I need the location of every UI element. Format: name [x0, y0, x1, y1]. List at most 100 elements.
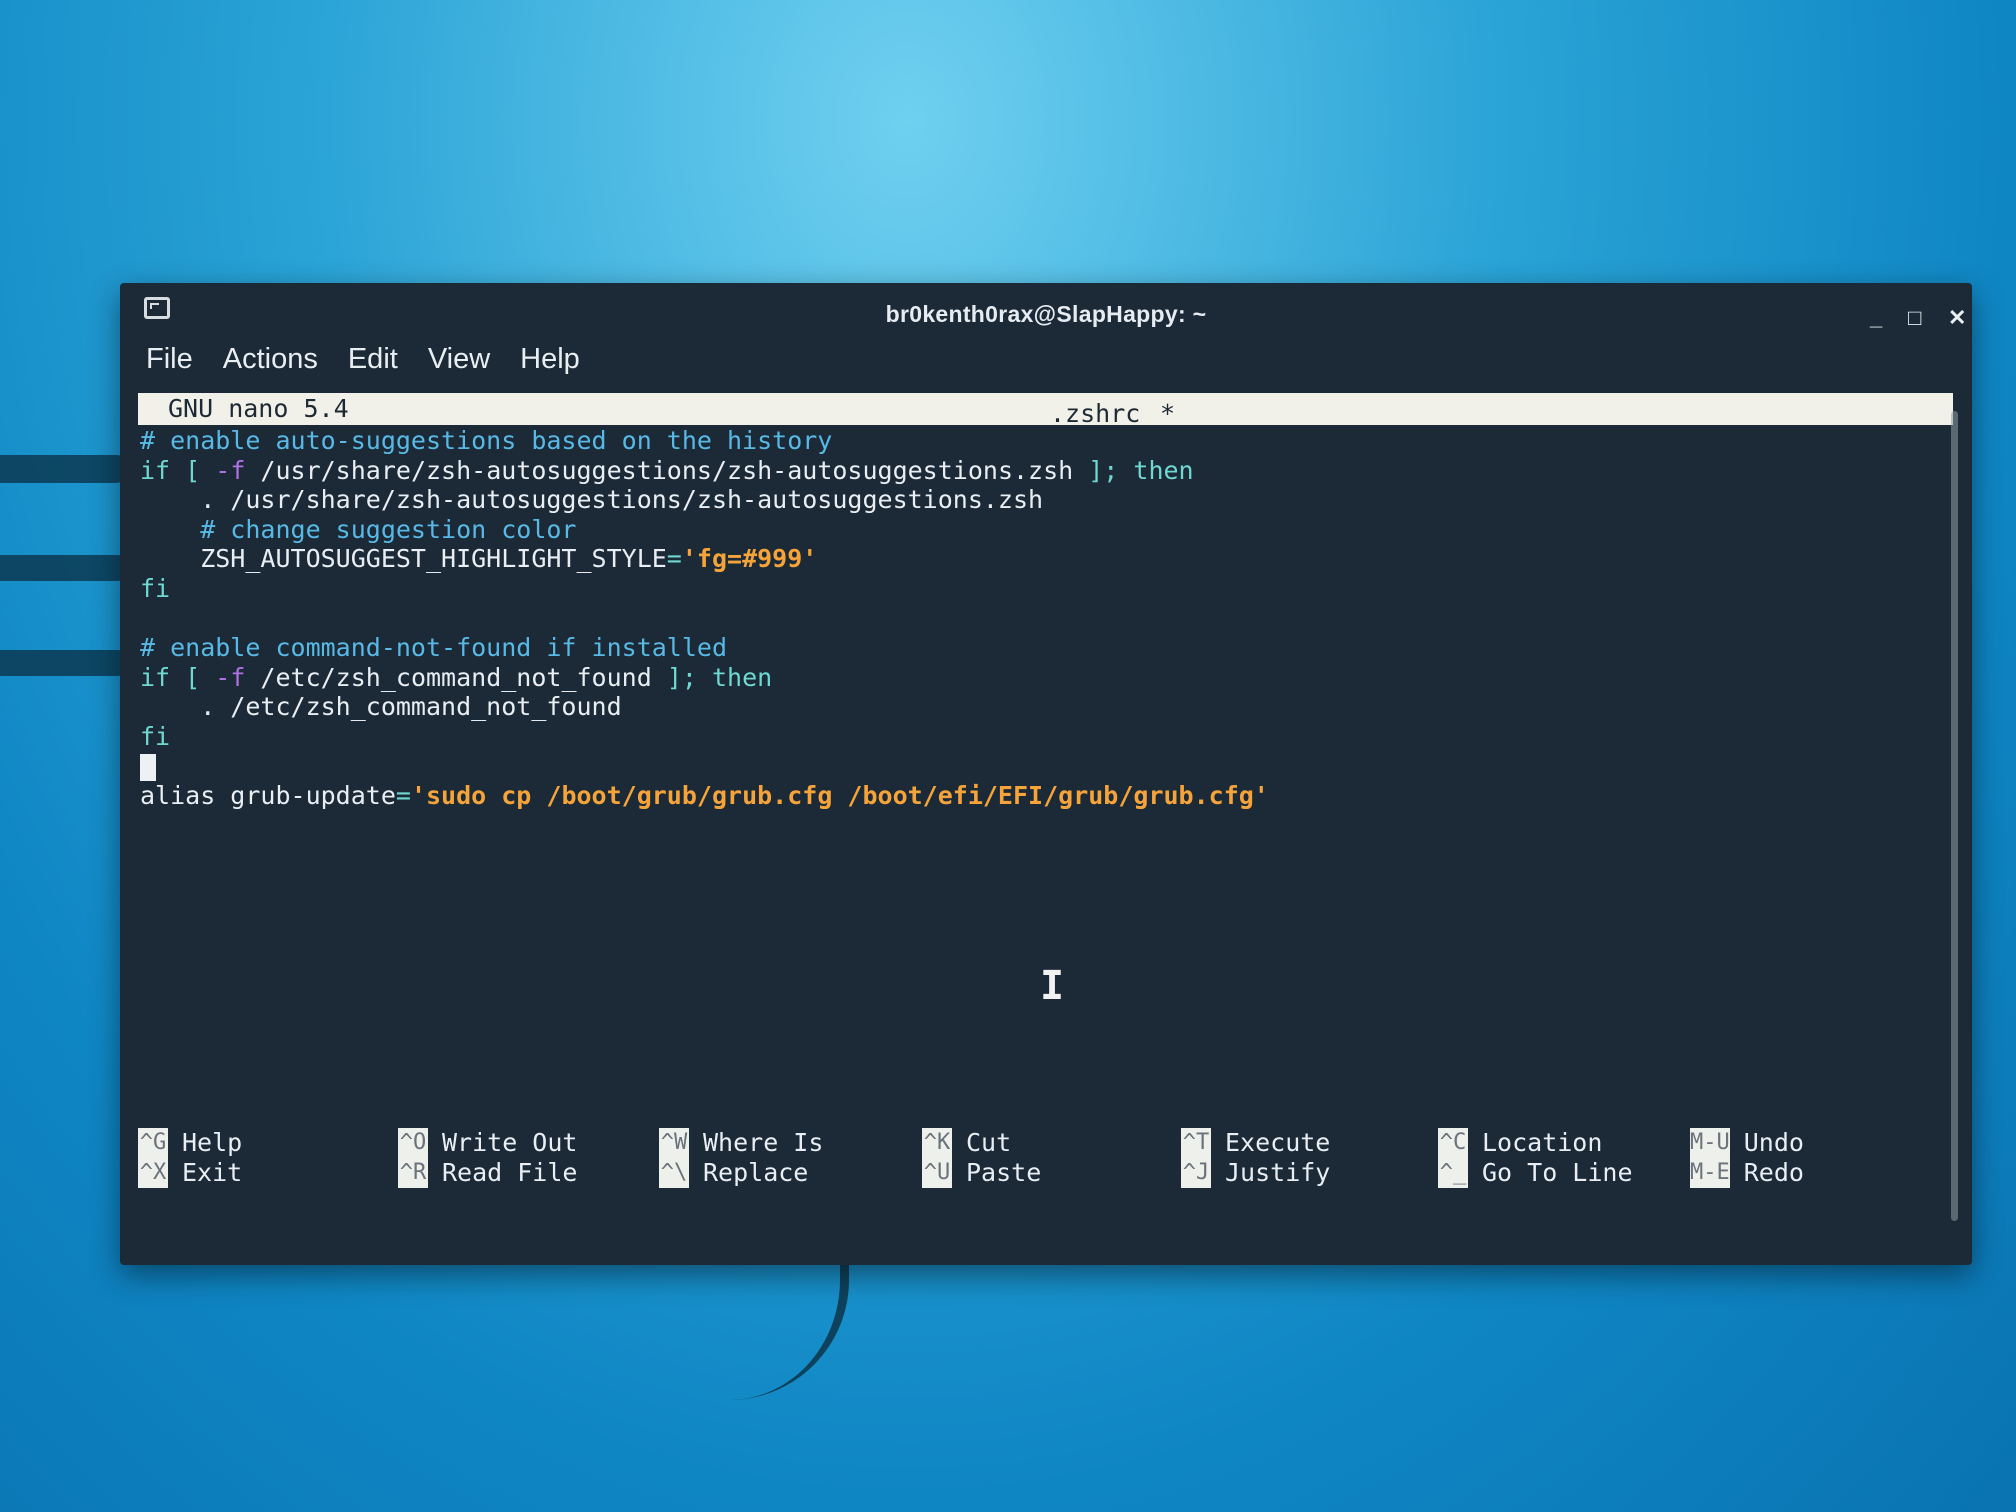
text-cursor — [140, 754, 156, 782]
code-line[interactable]: . /etc/zsh_command_not_found — [140, 692, 1930, 722]
code-token: fi — [140, 573, 171, 603]
shortcut-item[interactable]: ^O Write Out — [398, 1128, 577, 1158]
code-line[interactable]: # enable auto-suggestions based on the h… — [140, 426, 1930, 456]
code-line[interactable]: if [ -f /etc/zsh_command_not_found ]; th… — [140, 663, 1930, 693]
menu-bar: File Actions Edit View Help — [146, 343, 580, 376]
shortcut-group: ^C Location ^_ Go To Line — [1438, 1128, 1633, 1188]
code-token: ZSH_AUTOSUGGEST_HIGHLIGHT_STYLE — [140, 544, 667, 574]
shortcut-item[interactable]: ^R Read File — [398, 1158, 577, 1188]
shortcut-label: Redo — [1743, 1158, 1804, 1187]
shortcut-key: ^X — [138, 1158, 168, 1188]
shortcut-item[interactable]: ^\ Replace — [659, 1158, 823, 1188]
text-cursor-ibeam-icon: I — [1040, 963, 1065, 1009]
code-token: if — [140, 455, 171, 485]
terminal-window[interactable]: br0kenth0rax@SlapHappy: ~ _ □ ✕ File Act… — [120, 283, 1972, 1265]
shortcut-label: Read File — [442, 1158, 578, 1187]
shortcut-key: ^\ — [659, 1158, 689, 1188]
code-token: alias grub-update — [140, 781, 396, 811]
shortcut-item[interactable]: ^T Execute — [1181, 1128, 1330, 1158]
code-token: # change suggestion color — [140, 514, 577, 544]
shortcut-key: ^C — [1438, 1128, 1468, 1158]
code-token: 'fg=#999' — [681, 544, 818, 574]
code-token: . /usr/share/zsh-autosuggestions/zsh-aut… — [140, 485, 1044, 515]
code-token: ]; then — [666, 662, 773, 692]
shortcut-group: ^O Write Out ^R Read File — [398, 1128, 577, 1188]
code-token: if — [140, 662, 171, 692]
code-line[interactable]: . /usr/share/zsh-autosuggestions/zsh-aut… — [140, 485, 1930, 515]
shortcut-item[interactable]: ^C Location — [1438, 1128, 1633, 1158]
shortcut-key: ^R — [398, 1158, 428, 1188]
shortcut-item[interactable]: ^K Cut — [922, 1128, 1041, 1158]
shortcut-label: Replace — [703, 1158, 809, 1187]
shortcut-label: Exit — [182, 1158, 243, 1187]
shortcut-label: Paste — [966, 1158, 1042, 1187]
shortcut-label: Help — [182, 1128, 243, 1157]
shortcut-label: Cut — [966, 1128, 1012, 1157]
menu-edit[interactable]: Edit — [348, 343, 398, 376]
code-token: fi — [140, 721, 171, 751]
code-line[interactable]: # change suggestion color — [140, 515, 1930, 545]
shortcut-key: M-E — [1690, 1158, 1730, 1188]
shortcut-item[interactable]: M-E Redo — [1690, 1158, 1804, 1188]
code-line[interactable]: # enable command-not-found if installed — [140, 633, 1930, 663]
shortcut-item[interactable]: ^G Help — [138, 1128, 242, 1158]
shortcut-label: Location — [1482, 1128, 1603, 1157]
shortcut-label: Justify — [1225, 1158, 1331, 1187]
nano-version: GNU nano 5.4 — [168, 394, 349, 423]
background-streak — [0, 650, 130, 676]
code-token: # enable command-not-found if installed — [140, 633, 727, 663]
background-streak — [0, 555, 130, 581]
shortcut-key: ^_ — [1438, 1158, 1468, 1188]
shortcut-key: ^T — [1181, 1128, 1211, 1158]
shortcut-group: ^T Execute ^J Justify — [1181, 1128, 1330, 1188]
code-token: [ — [170, 662, 216, 692]
shortcut-key: ^U — [922, 1158, 952, 1188]
shortcut-item[interactable]: ^U Paste — [922, 1158, 1041, 1188]
nano-title-bar: GNU nano 5.4 .zshrc * — [138, 393, 1953, 428]
code-token: [ — [170, 455, 216, 485]
shortcut-item[interactable]: ^J Justify — [1181, 1158, 1330, 1188]
shortcut-label: Where Is — [703, 1128, 824, 1157]
editor-text-area[interactable]: # enable auto-suggestions based on the h… — [140, 426, 1930, 811]
code-line[interactable]: fi — [140, 574, 1930, 604]
code-token: # enable auto-suggestions based on the h… — [140, 426, 833, 455]
code-token: /etc/zsh_command_not_found — [245, 662, 667, 692]
shortcut-item[interactable]: M-U Undo — [1690, 1128, 1804, 1158]
shortcut-key: ^G — [138, 1128, 168, 1158]
code-line[interactable]: ZSH_AUTOSUGGEST_HIGHLIGHT_STYLE='fg=#999… — [140, 544, 1930, 574]
shortcut-label: Go To Line — [1482, 1158, 1633, 1187]
scrollbar[interactable] — [1951, 411, 1958, 1221]
shortcut-item[interactable]: ^W Where Is — [659, 1128, 823, 1158]
shortcut-label: Write Out — [442, 1128, 578, 1157]
shortcut-bar: ^G Help ^X Exit ^O Write Out ^R Read File ^W Wher… — [138, 1128, 1953, 1198]
shortcut-item[interactable]: ^X Exit — [138, 1158, 242, 1188]
shortcut-key: ^K — [922, 1128, 952, 1158]
code-line[interactable]: alias grub-update='sudo cp /boot/grub/gr… — [140, 781, 1930, 811]
close-icon[interactable]: ✕ — [1948, 307, 1966, 329]
shortcut-item[interactable]: ^_ Go To Line — [1438, 1158, 1633, 1188]
title-bar[interactable]: br0kenth0rax@SlapHappy: ~ _ □ ✕ — [120, 283, 1972, 335]
code-token: = — [395, 781, 411, 811]
menu-view[interactable]: View — [428, 343, 490, 376]
menu-help[interactable]: Help — [520, 343, 580, 376]
shortcut-label: Undo — [1743, 1128, 1804, 1157]
menu-actions[interactable]: Actions — [223, 343, 318, 376]
code-token: -f — [215, 662, 246, 692]
maximize-icon[interactable]: □ — [1908, 307, 1921, 329]
shortcut-group: ^G Help ^X Exit — [138, 1128, 242, 1188]
minimize-icon[interactable]: _ — [1870, 307, 1882, 329]
shortcut-group: M-U Undo M-E Redo — [1690, 1128, 1804, 1188]
code-line[interactable] — [140, 604, 1930, 634]
shortcut-key: ^W — [659, 1128, 689, 1158]
code-line[interactable]: if [ -f /usr/share/zsh-autosuggestions/z… — [140, 456, 1930, 486]
code-line[interactable]: fi — [140, 722, 1930, 752]
code-token: -f — [215, 455, 246, 485]
nano-editor[interactable]: GNU nano 5.4 .zshrc * # enable auto-sugg… — [138, 393, 1953, 1238]
menu-file[interactable]: File — [146, 343, 193, 376]
window-title: br0kenth0rax@SlapHappy: ~ — [885, 301, 1207, 327]
code-line[interactable] — [140, 752, 1930, 782]
modified-indicator: * — [1160, 399, 1176, 428]
code-token: ]; then — [1088, 455, 1194, 485]
shortcut-label: Execute — [1225, 1128, 1331, 1157]
shortcut-group: ^K Cut ^U Paste — [922, 1128, 1041, 1188]
